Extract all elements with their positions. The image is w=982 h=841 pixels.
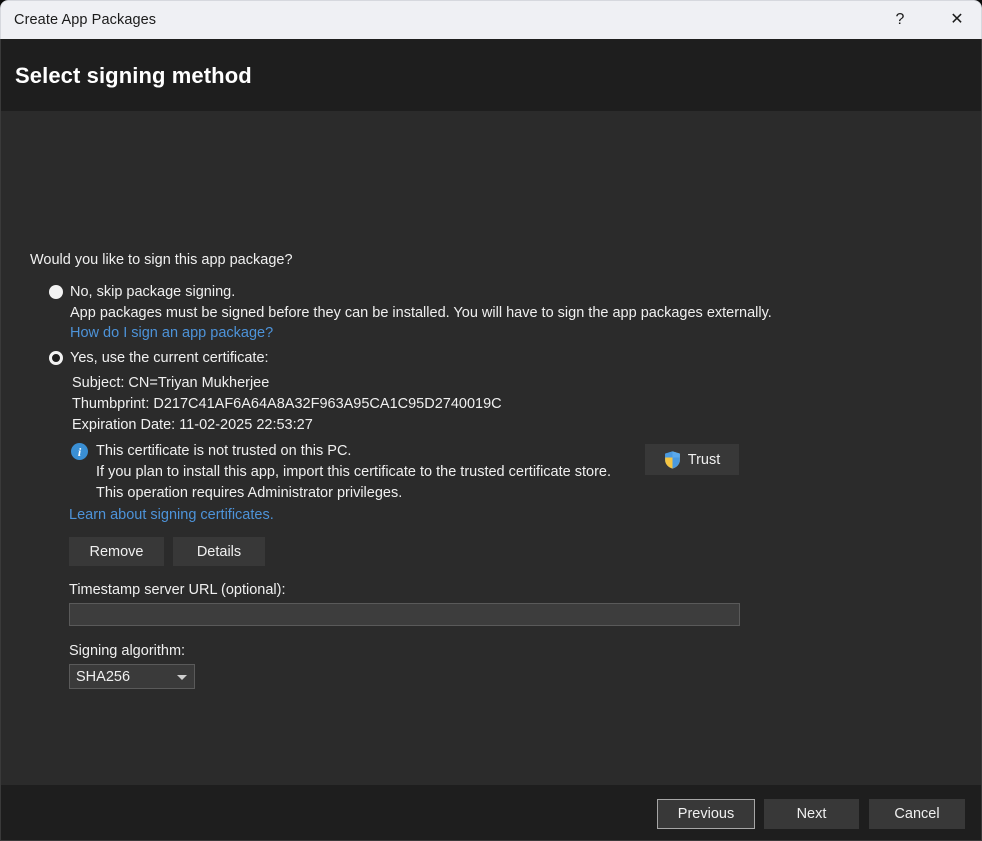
timestamp-server-label: Timestamp server URL (optional): [69, 583, 286, 598]
dialog-footer: Previous Next Cancel [0, 785, 982, 841]
window-title: Create App Packages [14, 12, 156, 28]
close-icon[interactable]: ✕ [934, 1, 980, 39]
cancel-button-label: Cancel [894, 806, 939, 822]
certificate-subject: Subject: CN=Triyan Mukherjee [72, 376, 269, 391]
radio-use-current-certificate[interactable] [49, 351, 63, 365]
details-button-label: Details [197, 544, 241, 560]
trust-button[interactable]: Trust [645, 444, 739, 475]
close-glyph: ✕ [950, 12, 963, 28]
help-glyph: ? [896, 12, 905, 28]
details-button[interactable]: Details [173, 537, 265, 566]
notice-line-2: If you plan to install this app, import … [96, 465, 611, 480]
remove-button[interactable]: Remove [69, 537, 164, 566]
page-title: Select signing method [15, 63, 252, 89]
certificate-expiration: Expiration Date: 11-02-2025 22:53:27 [72, 418, 313, 433]
dialog-header: Select signing method [0, 39, 982, 111]
uac-shield-icon [664, 451, 681, 469]
info-glyph: i [78, 446, 81, 458]
previous-button-label: Previous [678, 806, 734, 822]
certificate-thumbprint: Thumbprint: D217C41AF6A64A8A32F963A95CA1… [72, 397, 502, 412]
radio-use-current-certificate-label[interactable]: Yes, use the current certificate: [70, 351, 269, 366]
cancel-button[interactable]: Cancel [869, 799, 965, 829]
create-app-packages-dialog: Create App Packages ? ✕ Select signing m… [0, 0, 982, 841]
how-do-i-sign-link[interactable]: How do I sign an app package? [70, 326, 273, 341]
dialog-body: Would you like to sign this app package?… [0, 111, 982, 785]
skip-signing-description: App packages must be signed before they … [70, 306, 772, 321]
signing-algorithm-dropdown[interactable]: SHA256 [69, 664, 195, 689]
signing-algorithm-value: SHA256 [76, 669, 130, 685]
radio-skip-signing-label[interactable]: No, skip package signing. [70, 285, 235, 300]
title-bar[interactable]: Create App Packages ? ✕ [0, 0, 982, 39]
signing-question: Would you like to sign this app package? [30, 253, 293, 268]
info-icon: i [71, 443, 88, 460]
trust-button-label: Trust [688, 452, 721, 468]
timestamp-server-input[interactable] [69, 603, 740, 626]
next-button-label: Next [797, 806, 827, 822]
notice-line-1: This certificate is not trusted on this … [96, 444, 351, 459]
next-button[interactable]: Next [764, 799, 859, 829]
remove-button-label: Remove [90, 544, 144, 560]
signing-algorithm-label: Signing algorithm: [69, 644, 185, 659]
previous-button[interactable]: Previous [657, 799, 755, 829]
help-icon[interactable]: ? [877, 1, 923, 39]
radio-skip-signing[interactable] [49, 285, 63, 299]
notice-line-3: This operation requires Administrator pr… [96, 486, 402, 501]
learn-about-signing-certificates-link[interactable]: Learn about signing certificates. [69, 508, 274, 523]
chevron-down-icon [177, 675, 187, 680]
